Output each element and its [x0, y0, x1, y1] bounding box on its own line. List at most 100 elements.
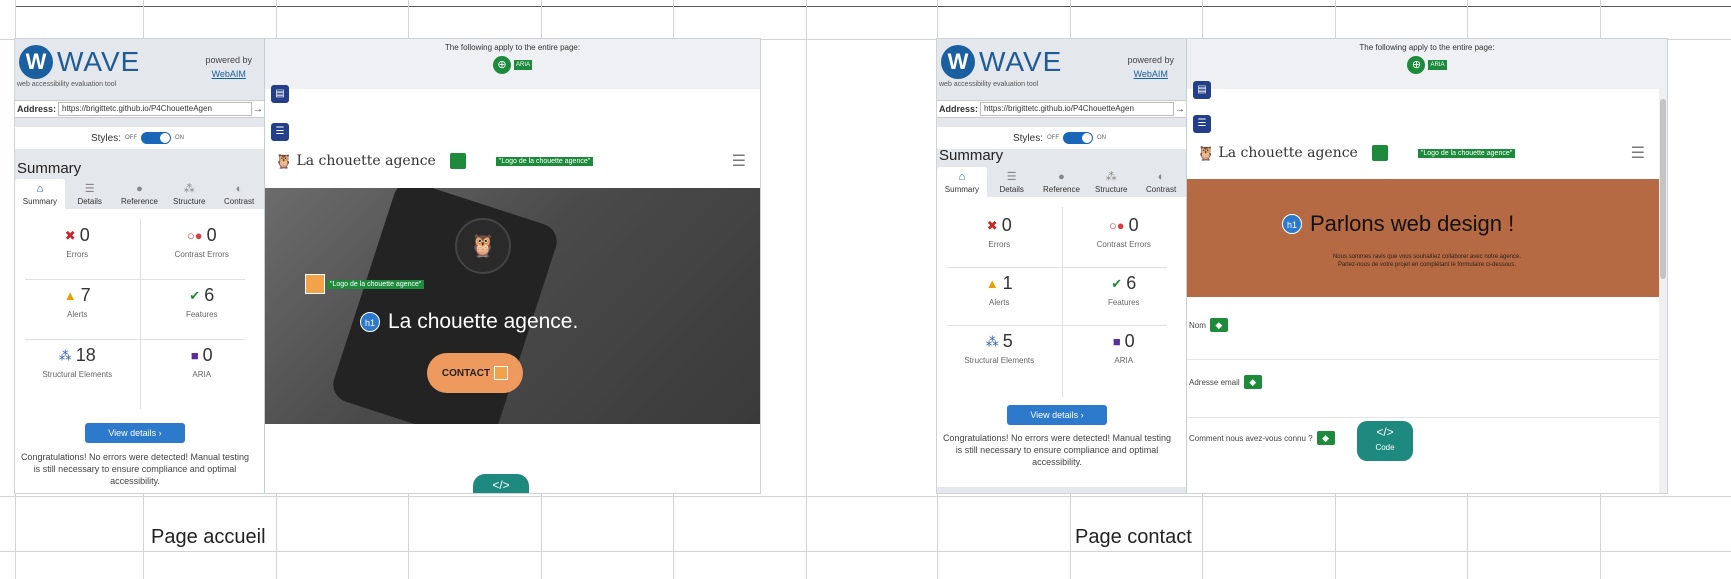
wave-sidebar: W WAVE web accessibility evaluation tool…: [15, 39, 265, 493]
tab-details[interactable]: ☰ Details: [65, 179, 115, 209]
h1-badge-icon[interactable]: h1: [360, 312, 380, 332]
label-tag-icon[interactable]: ◆: [1209, 318, 1228, 332]
owl-logo-icon[interactable]: 🦉: [275, 153, 292, 170]
error-icon: ✖: [986, 217, 998, 233]
field-label: Adresse email: [1189, 377, 1240, 387]
wave-logo[interactable]: W WAVE: [941, 45, 1062, 79]
navigation-region-icon[interactable]: ☰: [1193, 115, 1211, 133]
errors-count: 0: [1001, 215, 1012, 235]
aria-stat[interactable]: ■ 0 ARIA: [140, 345, 265, 379]
tab-reference[interactable]: ● Reference: [115, 179, 165, 209]
alerts-stat[interactable]: ▲ 7 Alerts: [15, 285, 140, 319]
hero-subtitle-line: Nous sommes ravis que vous souhaitiez co…: [1332, 254, 1522, 260]
site-brand[interactable]: La chouette agence: [296, 153, 435, 169]
tab-structure[interactable]: ⁂ Structure: [1086, 167, 1136, 197]
hamburger-menu-icon[interactable]: ☰: [1631, 143, 1645, 163]
site-brand[interactable]: La chouette agence: [1218, 145, 1357, 161]
evaluated-page-contact: The following apply to the entire page: …: [1187, 39, 1667, 493]
hero-title-text: Parlons web design !: [1310, 211, 1515, 236]
aria-badge[interactable]: ARIA: [513, 60, 532, 70]
language-globe-icon[interactable]: ⊕: [1407, 56, 1426, 74]
scrollbar-thumb[interactable]: [1660, 99, 1666, 279]
structural-label: Structural Elements: [42, 370, 113, 379]
contact-hero: h1 Parlons web design ! Nous sommes ravi…: [1187, 179, 1667, 297]
code-toggle-icon[interactable]: </>: [473, 474, 529, 493]
alerts-stat[interactable]: ▲ 1 Alerts: [937, 273, 1062, 307]
navigation-region-icon[interactable]: ☰: [271, 123, 289, 141]
alert-icon: ▲: [63, 288, 77, 303]
label-tag-icon[interactable]: ◆: [1243, 375, 1262, 389]
code-toggle-icon[interactable]: </> Code: [1357, 421, 1413, 461]
tab-structure[interactable]: ⁂ Structure: [164, 179, 214, 209]
errors-label: Errors: [66, 250, 89, 259]
caption-page-accueil: Page accueil: [151, 526, 266, 548]
form-field-source: Comment nous avez-vous connu ? ◆: [1189, 431, 1335, 445]
tab-reference[interactable]: ● Reference: [1037, 167, 1087, 197]
arrow-right-icon[interactable]: →: [252, 104, 264, 115]
styles-toggle[interactable]: [141, 132, 171, 144]
nom-input[interactable]: [1187, 359, 1667, 360]
features-stat[interactable]: ✔ 6 Features: [140, 285, 265, 319]
features-count: 6: [1126, 273, 1137, 293]
feature-icon: ✔: [1111, 275, 1123, 291]
tab-details[interactable]: ☰ Details: [987, 167, 1037, 197]
aria-stat[interactable]: ■ 0 ARIA: [1062, 331, 1187, 365]
alerts-label: Alerts: [67, 310, 88, 319]
features-stat[interactable]: ✔ 6 Features: [1062, 273, 1187, 307]
feature-alt-icon[interactable]: [449, 153, 466, 169]
congrats-message: Congratulations! No errors were detected…: [20, 452, 250, 486]
contact-button[interactable]: CONTACT: [427, 353, 523, 393]
webaim-link[interactable]: WebAIM: [1127, 67, 1174, 81]
view-details-button[interactable]: View details ›: [1007, 405, 1107, 425]
tab-contrast[interactable]: ◐ Contrast: [1136, 167, 1186, 197]
errors-stat[interactable]: ✖ 0 Errors: [937, 215, 1062, 249]
contrast-error-icon: ○●: [186, 228, 203, 243]
email-input[interactable]: [1187, 417, 1667, 418]
applies-heading: The following apply to the entire page:: [444, 43, 581, 52]
header-region-icon[interactable]: ▤: [1193, 81, 1211, 99]
feature-alt-icon[interactable]: [1371, 145, 1388, 161]
list-icon: ☰: [1006, 171, 1017, 183]
owl-logo-icon[interactable]: 🦉: [1197, 145, 1214, 162]
aria-cube-icon: ■: [190, 348, 199, 363]
contrast-stat[interactable]: ○● 0 Contrast Errors: [1062, 215, 1187, 249]
address-input[interactable]: https://brigittetc.github.io/P4ChouetteA…: [980, 102, 1174, 116]
image-alert-icon[interactable]: [305, 274, 325, 294]
contrast-stat[interactable]: ○● 0 Contrast Errors: [140, 225, 265, 259]
panel-divider: [947, 325, 1167, 326]
webaim-link[interactable]: WebAIM: [205, 67, 252, 81]
structural-stat[interactable]: ⁂ 5 Structural Elements: [937, 331, 1062, 365]
view-details-button[interactable]: View details ›: [85, 423, 185, 443]
tab-summary[interactable]: ⌂ Summary: [15, 179, 65, 209]
tab-summary[interactable]: ⌂ Summary: [937, 167, 987, 197]
wave-tabs: ⌂ Summary ☰ Details ● Reference ⁂ Structure …: [15, 179, 264, 209]
contrast-label: Contrast Errors: [1096, 240, 1151, 249]
structural-count: 5: [1002, 331, 1013, 351]
powered-by: powered by WebAIM: [205, 53, 252, 81]
language-globe-icon[interactable]: ⊕: [492, 56, 511, 74]
site-navbar: 🦉 La chouette agence "Logo de la chouett…: [265, 143, 760, 179]
errors-stat[interactable]: ✖ 0 Errors: [15, 225, 140, 259]
structural-stat[interactable]: ⁂ 18 Structural Elements: [15, 345, 140, 379]
tab-label: Reference: [1043, 185, 1080, 194]
label-tag-icon[interactable]: ◆: [1316, 431, 1335, 445]
hamburger-menu-icon[interactable]: ☰: [732, 151, 746, 171]
aria-badge[interactable]: ARIA: [1428, 60, 1447, 70]
tab-contrast[interactable]: ◐ Contrast: [214, 179, 264, 209]
header-region-icon[interactable]: ▤: [271, 85, 289, 103]
styles-toggle-row: Styles: OFF ON: [15, 127, 264, 149]
field-label: Comment nous avez-vous connu ?: [1189, 433, 1313, 443]
h1-badge-icon[interactable]: h1: [1282, 214, 1302, 234]
styles-toggle[interactable]: [1063, 132, 1093, 144]
arrow-right-icon[interactable]: →: [1174, 104, 1186, 115]
home-icon: ⌂: [958, 171, 966, 183]
hero-alt-text: "Logo de la chouette agence": [327, 279, 425, 289]
page-scrollbar[interactable]: [1659, 89, 1667, 493]
wave-logo[interactable]: W WAVE: [19, 45, 140, 79]
wave-w-icon: W: [19, 45, 53, 79]
address-bar: Address: https://brigittetc.github.io/P4…: [937, 100, 1186, 118]
image-alert-icon[interactable]: [494, 366, 509, 380]
wave-w-icon: W: [941, 45, 975, 79]
address-input[interactable]: https://brigittetc.github.io/P4ChouetteA…: [58, 102, 252, 116]
wave-sidebar: W WAVE web accessibility evaluation tool…: [937, 39, 1187, 493]
